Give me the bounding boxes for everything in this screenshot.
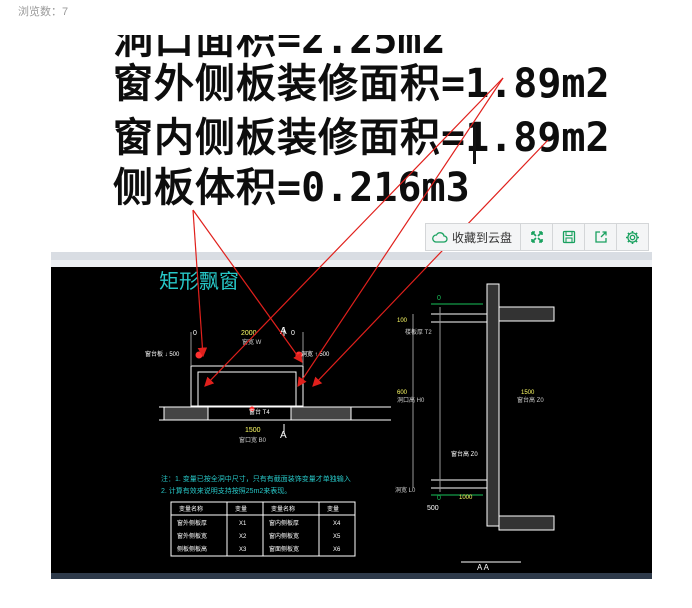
cad-screenshot: 矩形飘窗 0 0 2000 窗宽 W A A 窗台板 ↓ 500 洞宽 ↑ 50…	[51, 252, 652, 579]
expand-icon	[530, 231, 543, 243]
label-a-bottom: A	[280, 430, 287, 441]
table-cell: 侧板侧板高	[177, 545, 207, 553]
table-cell: X5	[333, 534, 341, 540]
label-base: 窗口宽 B0	[239, 436, 267, 444]
label-d500: 500	[427, 505, 439, 512]
cad-note-1: 注：1. 变量已按全洞中尺寸，只有有截面装饰变量才单独输入	[161, 474, 351, 483]
settings-button[interactable]	[617, 224, 648, 250]
formula-line-side-volume: 侧板体积=0.216m3	[113, 166, 470, 210]
formula-line-outer-side-area: 窗外侧板装修面积=1.89m2	[113, 62, 610, 106]
table-header: 变量名称	[271, 505, 295, 513]
save-icon	[562, 230, 575, 244]
formula-label: 窗外侧板装修面积	[113, 61, 441, 107]
formula-line-inner-side-area: 窗内侧板装修面积=1.89m2	[113, 116, 610, 160]
cad-drawing: 矩形飘窗 0 0 2000 窗宽 W A A 窗台板 ↓ 500 洞宽 ↑ 50…	[145, 269, 555, 572]
label-depth: 窗宽 W	[242, 338, 262, 346]
label-sill: 窗台 T4	[249, 408, 270, 416]
label-h600: 600	[397, 390, 408, 396]
formula-value: =1.89m2	[441, 61, 610, 107]
save-to-cloud-button[interactable]: 收藏到云盘	[426, 224, 522, 250]
save-to-cloud-label: 收藏到云盘	[452, 230, 513, 245]
label-sill-height: 窗台高 Z0	[451, 450, 478, 458]
save-button[interactable]	[553, 224, 586, 250]
cad-title: 矩形飘窗	[159, 269, 239, 293]
label-out: 洞口高 H0	[397, 396, 425, 404]
formula-value: =0.216m3	[277, 165, 470, 211]
image-toolbar: 收藏到云盘	[425, 223, 650, 251]
cloud-icon	[432, 232, 448, 243]
label-w1500: 1500	[245, 427, 261, 434]
formula-value: =1.89m2	[441, 115, 610, 161]
table-cell: 窗内侧板宽	[269, 532, 299, 540]
table-header: 变量	[327, 505, 339, 513]
cad-table-text: 变量名称 变量 变量名称 变量 窗外侧板厚 X1 窗内侧板厚 X4 窗外侧板宽 …	[177, 505, 341, 553]
table-cell: X2	[239, 534, 247, 540]
plan-view	[159, 327, 391, 434]
label-a-a: A A	[477, 563, 490, 572]
formula-line-opening-area: 洞口面积=2.25m2	[113, 17, 446, 63]
table-cell: 窗内侧板厚	[269, 519, 299, 527]
plan-markers	[195, 351, 303, 412]
table-header: 变量名称	[179, 505, 203, 513]
text-cursor	[473, 124, 476, 164]
table-cell: X1	[239, 521, 247, 527]
label-zero-left: 0	[193, 330, 197, 337]
label-zero-bottom: 0	[437, 495, 441, 502]
label-a-top: A	[280, 326, 287, 337]
table-cell: 窗面侧板宽	[269, 545, 299, 553]
label-100: 100	[397, 318, 408, 324]
label-h1500: 1500	[521, 390, 535, 396]
table-cell: X4	[333, 521, 341, 527]
fullscreen-button[interactable]	[521, 224, 554, 250]
label-h: 窗台高 Z0	[517, 396, 544, 404]
formula-label: 窗内侧板装修面积	[113, 115, 441, 161]
section-accents	[431, 303, 483, 496]
formula-value: =2.25m2	[277, 17, 446, 63]
cad-taskbar	[51, 573, 652, 579]
cad-note-2: 2. 计算有效来说明支持按照25m2来表现。	[161, 486, 291, 495]
label-mid-left: 窗台板 ↓ 500	[145, 350, 180, 358]
table-cell: X3	[239, 547, 247, 553]
section-view	[412, 283, 555, 563]
view-count: 浏览数：7	[18, 6, 69, 18]
label-zero-top: 0	[437, 295, 441, 302]
label-floor: 楼板厚 T2	[405, 328, 432, 336]
label-d1000: 1000	[459, 495, 473, 501]
table-cell: 窗外侧板宽	[177, 532, 207, 540]
share-icon	[594, 231, 607, 243]
table-cell: X6	[333, 547, 341, 553]
label-zero-right: 0	[291, 330, 295, 337]
settings-icon	[626, 230, 640, 244]
label-left: 洞宽 L0	[395, 486, 416, 494]
share-button[interactable]	[585, 224, 618, 250]
table-cell: 窗外侧板厚	[177, 519, 207, 527]
formula-label: 侧板体积	[113, 165, 277, 211]
label-w2000: 2000	[241, 330, 257, 337]
formula-label: 洞口面积	[113, 17, 277, 63]
label-mid-right: 洞宽 ↑ 500	[301, 350, 330, 358]
table-header: 变量	[235, 505, 247, 513]
